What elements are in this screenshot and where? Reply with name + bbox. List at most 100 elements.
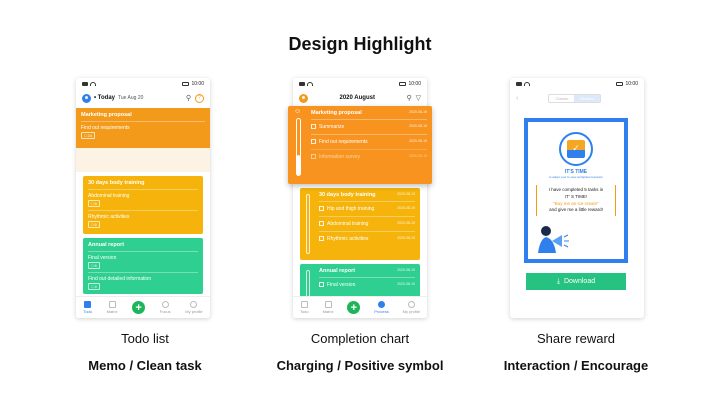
profile-icon xyxy=(407,301,415,308)
checkbox[interactable] xyxy=(311,139,316,145)
tab-profile[interactable]: My profile xyxy=(185,301,203,314)
reward-subtitle: to adopt your to-new workplace leisurely… xyxy=(548,175,604,179)
add-task-button[interactable]: + xyxy=(132,301,146,314)
download-button[interactable]: ⤓ Download xyxy=(526,273,626,290)
smile-icon: ☺ xyxy=(294,108,302,115)
subtask-badge: □ 6 xyxy=(88,200,100,207)
caption-completion-sub: Charging / Positive symbol xyxy=(276,358,444,373)
tab-todo[interactable]: Todo xyxy=(300,301,309,314)
list-item[interactable]: Find out detailed information □ 4 xyxy=(88,272,198,293)
process-icon xyxy=(378,301,386,308)
list-item[interactable]: Summarize 2020-08-19 xyxy=(311,119,427,134)
list-item[interactable]: Information survey 2020-08-19 xyxy=(311,149,427,164)
card-title: Annual report xyxy=(88,242,125,248)
task-label: Final version xyxy=(88,255,117,261)
card-date: 2020-08-19 xyxy=(397,192,415,196)
add-task-button[interactable]: + xyxy=(347,301,361,314)
todo-icon xyxy=(84,301,92,308)
help-icon[interactable]: ? xyxy=(195,93,204,103)
card-title: Marketing proposal xyxy=(311,110,362,116)
card-title: 30 days body training xyxy=(88,180,145,186)
caption-share-sub: Interaction / Encourage xyxy=(503,358,649,373)
list-item[interactable]: Abdominal training □ 6 xyxy=(88,189,198,210)
checkbox[interactable] xyxy=(319,206,324,212)
check-icon: ✓ xyxy=(567,140,585,158)
task-label: Abdominal training xyxy=(88,193,130,199)
status-bar: 10:00 xyxy=(510,78,644,90)
battery-icon xyxy=(616,82,624,86)
checkbox[interactable] xyxy=(319,236,324,242)
wifi-icon xyxy=(524,82,530,86)
list-item[interactable]: Final version 2020-08-19 xyxy=(319,277,415,292)
search-icon[interactable]: ⚲ xyxy=(186,94,191,102)
card-date: 2020-08-19 xyxy=(409,110,427,114)
reward-message: I have completed 5 tasks in IT' S TIME! … xyxy=(536,185,616,216)
progress-fill xyxy=(297,155,300,175)
annual-report-card[interactable]: Annual report Final version □ 6 Find out… xyxy=(83,238,203,294)
card-title: Marketing proposal xyxy=(81,112,132,118)
completion-chart-phone: 10:00 ☻ 2020 August ⚲ ▽ 30 days body tra… xyxy=(288,78,432,318)
toggle-classic[interactable]: Classic xyxy=(549,95,574,102)
body-training-card[interactable]: 30 days body training Abdominal training… xyxy=(83,176,203,234)
card-date: 2020-08-19 xyxy=(397,268,415,272)
list-item[interactable]: Rhythmic activities □ 6 xyxy=(88,210,198,231)
task-label: Rhythmic activities xyxy=(88,214,130,220)
battery-icon xyxy=(182,82,190,86)
tab-bar: Todo Matrix + Focus My profile xyxy=(76,296,210,318)
tab-todo[interactable]: Todo xyxy=(83,301,92,314)
card-title: Annual report xyxy=(319,268,356,274)
tab-matrix[interactable]: Matrix xyxy=(107,301,118,314)
wifi-icon xyxy=(307,82,313,86)
marketing-proposal-card[interactable]: Marketing proposal 2020-08-19 Summarize 2… xyxy=(288,106,432,184)
filter-icon[interactable]: ▽ xyxy=(416,94,421,102)
subtask-badge: □ 6 xyxy=(88,262,100,269)
list-item[interactable]: Abdominal training 2020-08-19 xyxy=(319,216,415,231)
caption-completion-chart: Completion chart xyxy=(310,331,410,346)
caption-share-reward: Share reward xyxy=(536,331,616,346)
matrix-icon xyxy=(108,301,116,308)
status-time: 10:00 xyxy=(408,81,421,87)
app-bar: ☻ 2020 August ⚲ ▽ xyxy=(293,90,427,106)
checkbox[interactable] xyxy=(311,124,316,130)
subtask-badge: □ 6 xyxy=(88,221,100,228)
list-item[interactable]: Hip and thigh training 2020-08-19 xyxy=(319,201,415,216)
status-bar: 10:00 xyxy=(293,78,427,90)
person-megaphone-illustration xyxy=(538,226,569,253)
list-item[interactable]: Rhythmic activities 2020-08-19 xyxy=(319,231,415,246)
tab-process[interactable]: Process xyxy=(374,301,389,314)
marketing-proposal-card[interactable]: Marketing proposal Find out requirements… xyxy=(76,108,210,148)
checkbox[interactable] xyxy=(319,282,324,288)
subtask-badge: □ 4 xyxy=(88,283,100,290)
plus-icon: + xyxy=(347,301,361,314)
subtask-badge: □ 24 xyxy=(81,132,95,139)
tab-profile[interactable]: My profile xyxy=(403,301,420,314)
todo-icon xyxy=(300,301,308,308)
checkbox[interactable] xyxy=(319,221,324,227)
toggle-modern[interactable]: Modern xyxy=(574,95,600,102)
avatar[interactable]: ☻ xyxy=(82,93,91,103)
body-training-card[interactable]: 30 days body training 2020-08-19 Hip and… xyxy=(300,188,420,260)
style-toggle[interactable]: Classic Modern xyxy=(548,94,601,103)
date-label: Tue Aug 20 xyxy=(118,95,144,101)
list-item[interactable]: Find out requirements □ 24 xyxy=(81,121,205,142)
tab-focus[interactable]: Focus xyxy=(160,301,171,314)
tab-bar: Todo Matrix + Process My profile xyxy=(293,296,427,318)
reward-badge: ✓ xyxy=(559,132,593,166)
focus-icon xyxy=(161,301,169,308)
checkbox[interactable] xyxy=(311,154,316,160)
matrix-icon xyxy=(324,301,332,308)
signal-icon xyxy=(516,82,522,86)
progress-track xyxy=(296,118,301,176)
avatar[interactable]: ☻ xyxy=(299,93,308,103)
caption-todo-sub: Memo / Clean task xyxy=(88,358,202,373)
back-icon[interactable]: ‹ xyxy=(516,95,518,102)
page-title: Design Highlight xyxy=(288,34,432,54)
app-bar: ☻ • Today Tue Aug 20 ⚲ ? xyxy=(76,90,210,106)
progress-track xyxy=(306,194,310,254)
tab-matrix[interactable]: Matrix xyxy=(323,301,333,314)
list-item[interactable]: Final version □ 6 xyxy=(88,251,198,272)
list-item[interactable]: Find out requirements 2020-08-19 xyxy=(311,134,427,149)
search-icon[interactable]: ⚲ xyxy=(406,94,411,102)
status-time: 10:00 xyxy=(191,81,204,87)
card-title: 30 days body training xyxy=(319,192,376,198)
